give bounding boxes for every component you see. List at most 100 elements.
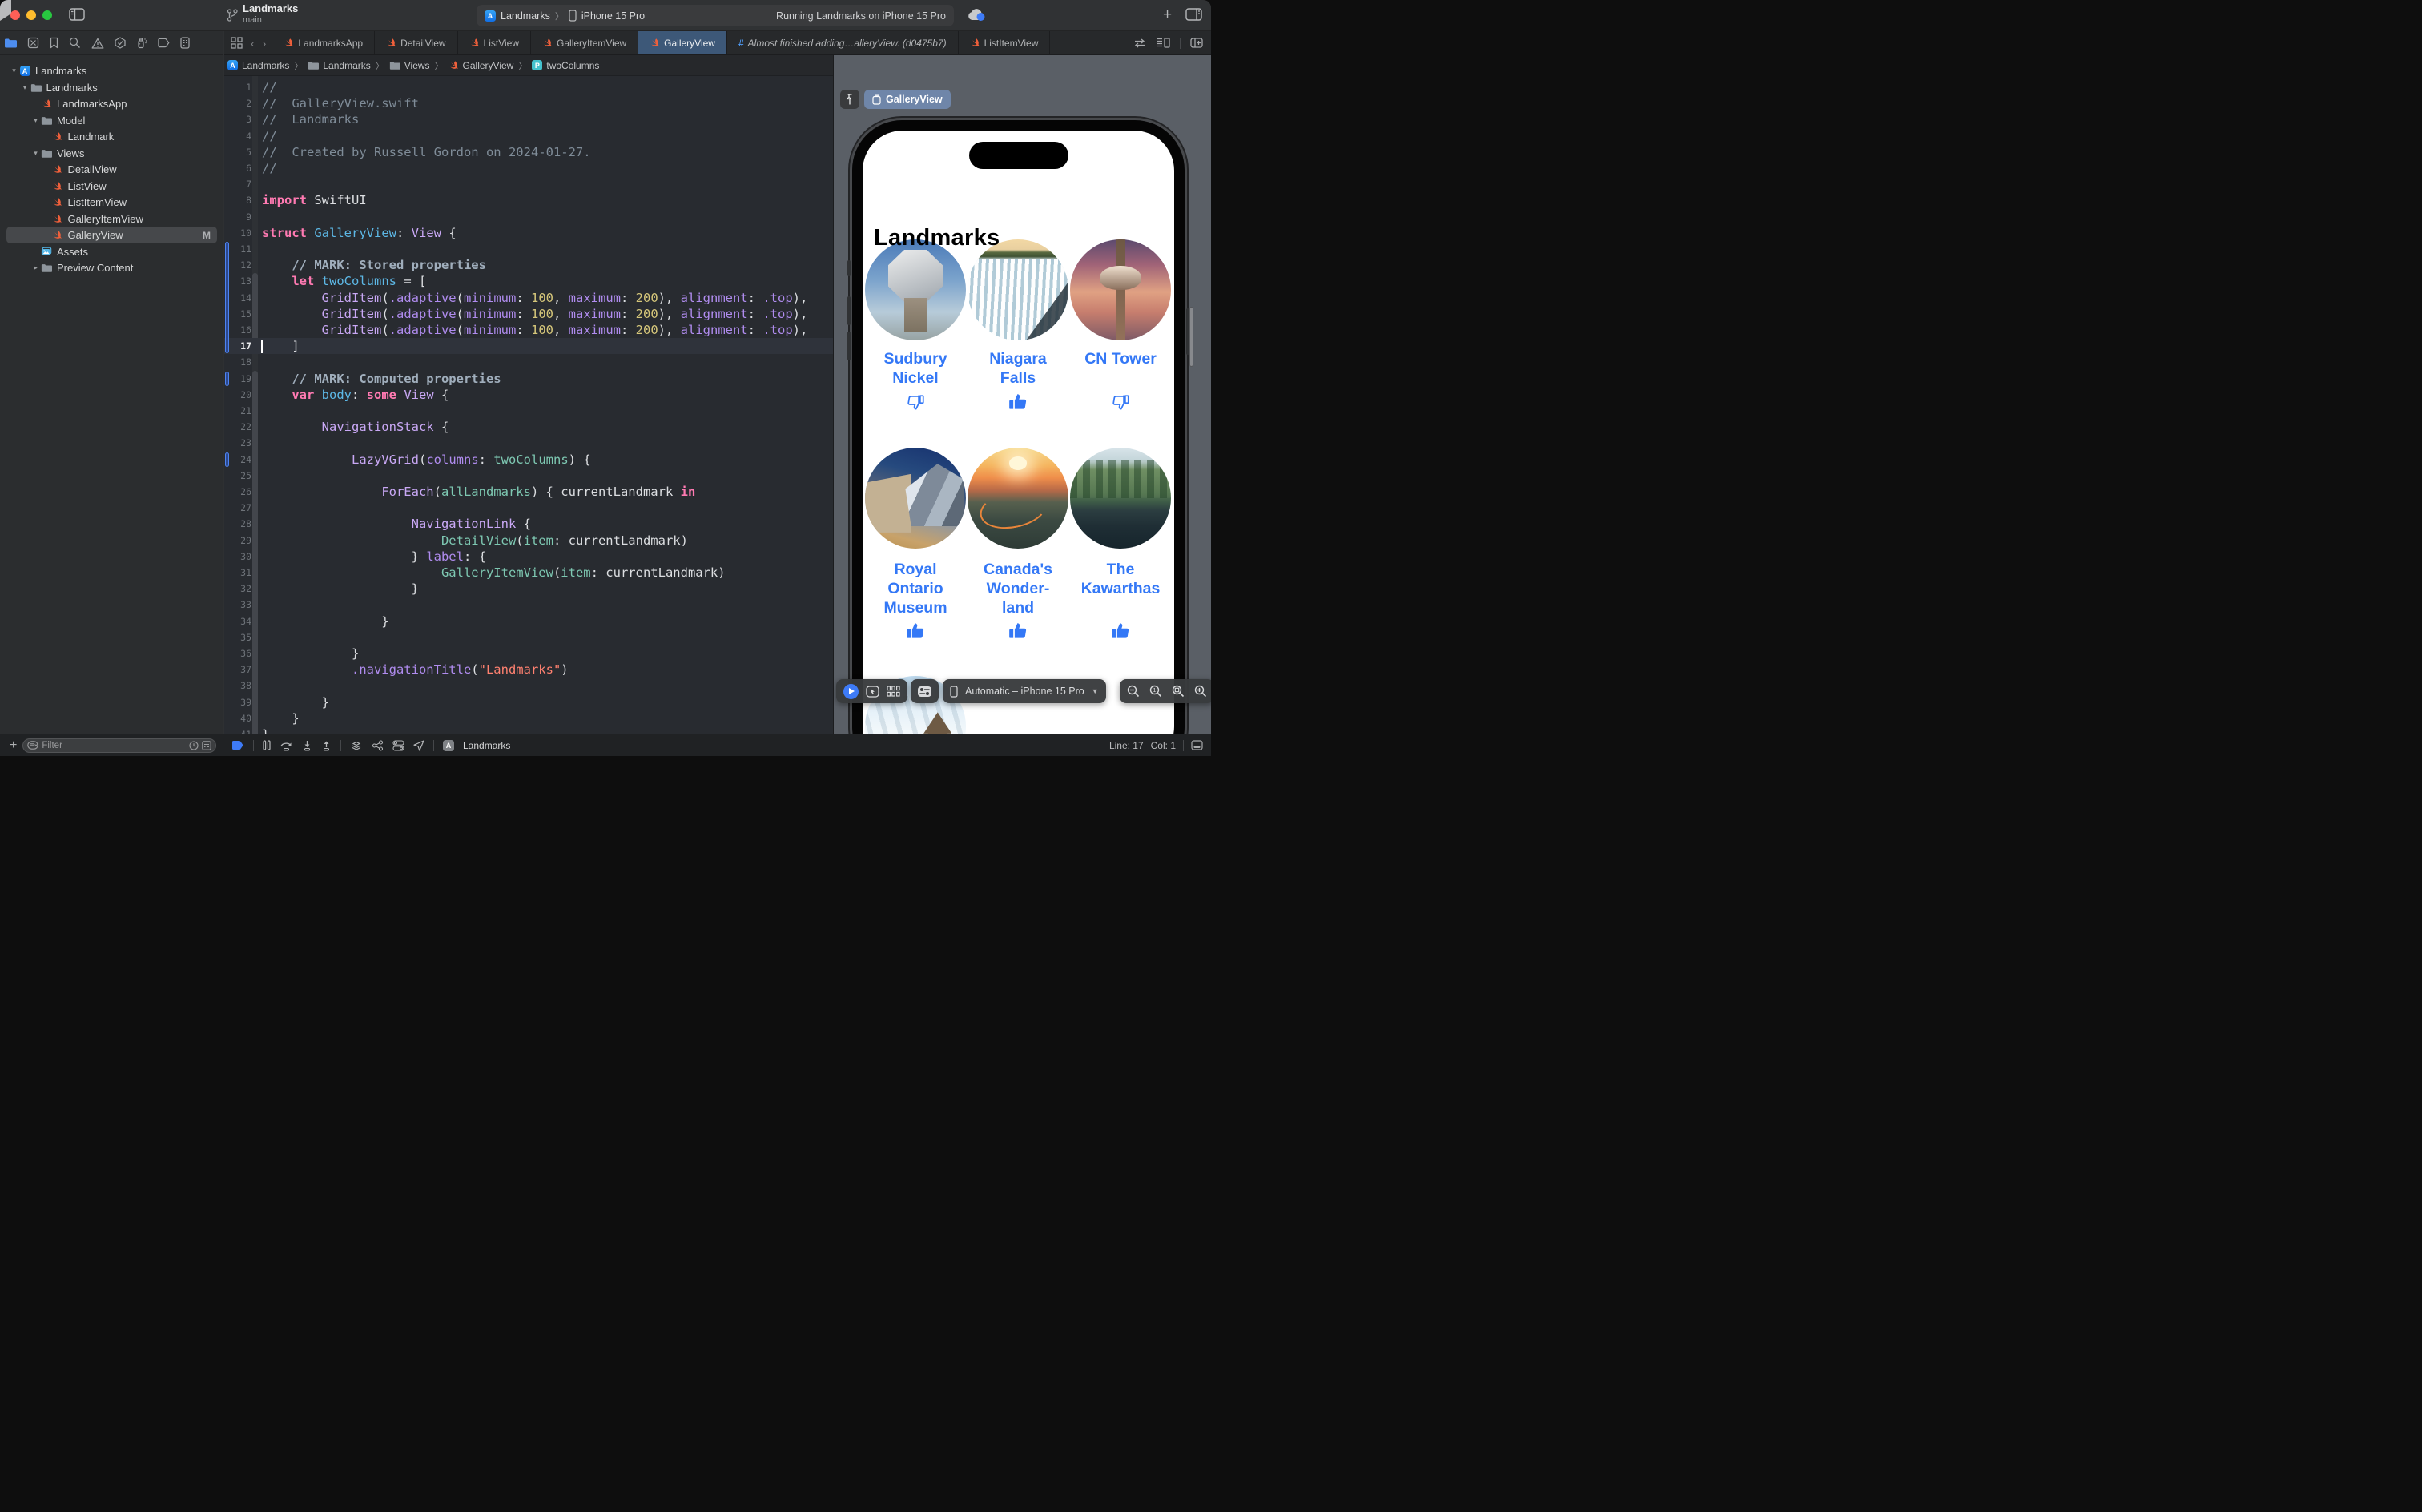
- code-line-7[interactable]: 7: [224, 176, 833, 192]
- line-number[interactable]: 28: [229, 516, 251, 532]
- code-line-16[interactable]: 16 GridItem(.adaptive(minimum: 100, maxi…: [224, 322, 833, 338]
- tab-landmarksapp[interactable]: LandmarksApp: [272, 31, 376, 54]
- line-number[interactable]: 24: [229, 452, 251, 468]
- zoom-100-icon[interactable]: 1: [1149, 685, 1162, 698]
- line-number[interactable]: 27: [229, 500, 251, 516]
- environment-overrides-icon[interactable]: [392, 739, 404, 751]
- step-into-icon[interactable]: [302, 740, 312, 751]
- disclosure-chevron-icon[interactable]: ▸: [31, 263, 40, 272]
- line-number[interactable]: 30: [229, 549, 251, 565]
- line-number[interactable]: 14: [229, 290, 251, 306]
- code-line-14[interactable]: 14 GridItem(.adaptive(minimum: 100, maxi…: [224, 290, 833, 306]
- tab-overview-icon[interactable]: [231, 37, 243, 49]
- line-number[interactable]: 21: [229, 403, 251, 419]
- line-number[interactable]: 2: [229, 95, 251, 111]
- line-number[interactable]: 25: [229, 468, 251, 484]
- tab-listview[interactable]: ListView: [458, 31, 532, 54]
- breadcrumb-item-landmarks[interactable]: A Landmarks: [227, 60, 289, 71]
- breadcrumb-item-views[interactable]: Views: [389, 60, 430, 71]
- code-line-24[interactable]: 24 LazyVGrid(columns: twoColumns) {: [224, 452, 833, 468]
- gallery-image-sudbury-nickel[interactable]: [865, 239, 966, 340]
- device-settings-button[interactable]: [917, 686, 932, 698]
- disclosure-chevron-icon[interactable]: ▾: [31, 116, 40, 125]
- line-number[interactable]: 39: [229, 694, 251, 710]
- scheme-destination[interactable]: iPhone 15 Pro: [581, 10, 645, 22]
- line-number[interactable]: 32: [229, 581, 251, 597]
- sidebar-item-landmarks[interactable]: ▾ Landmarks: [0, 79, 223, 96]
- line-number[interactable]: 33: [229, 597, 251, 613]
- scheme-selector[interactable]: A Landmarks 〉 iPhone 15 Pro Running Land…: [477, 5, 954, 26]
- breadcrumb-item-twocolumns[interactable]: PtwoColumns: [532, 60, 599, 71]
- code-line-34[interactable]: 34 }: [224, 613, 833, 629]
- gallery-image-the-kawarthas[interactable]: [1070, 448, 1171, 549]
- code-line-36[interactable]: 36 }: [224, 645, 833, 662]
- zoom-out-icon[interactable]: [1127, 685, 1140, 698]
- line-number[interactable]: 9: [229, 209, 251, 225]
- editor-focus-icon[interactable]: [1191, 740, 1203, 750]
- zoom-in-icon[interactable]: [1194, 685, 1207, 698]
- code-line-12[interactable]: 12 // MARK: Stored properties: [224, 257, 833, 273]
- line-number[interactable]: 22: [229, 419, 251, 435]
- recents-clock-icon[interactable]: [189, 740, 199, 750]
- line-number[interactable]: 26: [229, 484, 251, 500]
- code-line-17[interactable]: 17 ]: [224, 338, 833, 355]
- preview-view-pill[interactable]: GalleryView: [864, 90, 951, 109]
- gallery-image-canadas-wonderland[interactable]: [968, 448, 1068, 549]
- sidebar-item-galleryview[interactable]: GalleryView M: [0, 227, 223, 243]
- gallery-image-niagara-falls[interactable]: [968, 239, 1068, 340]
- reports-icon[interactable]: [180, 37, 190, 49]
- code-line-4[interactable]: 4 //: [224, 128, 833, 144]
- code-line-35[interactable]: 35: [224, 629, 833, 645]
- line-number[interactable]: 19: [229, 371, 251, 387]
- code-line-11[interactable]: 11: [224, 241, 833, 257]
- breadcrumb-item-landmarks[interactable]: Landmarks: [308, 60, 371, 71]
- line-number[interactable]: 36: [229, 645, 251, 662]
- code-line-41[interactable]: 41}: [224, 726, 833, 734]
- code-line-18[interactable]: 18: [224, 354, 833, 370]
- code-line-23[interactable]: 23: [224, 435, 833, 451]
- disclosure-chevron-icon[interactable]: ▾: [21, 83, 30, 92]
- line-number[interactable]: 13: [229, 273, 251, 289]
- project-navigator-icon[interactable]: [4, 38, 17, 48]
- source-control-filter-icon[interactable]: [202, 740, 211, 750]
- line-number[interactable]: 31: [229, 565, 251, 581]
- live-preview-button[interactable]: [843, 683, 859, 699]
- preview-device-pill[interactable]: Automatic – iPhone 15 Pro ▼: [943, 679, 1106, 703]
- code-line-22[interactable]: 22 NavigationStack {: [224, 419, 833, 435]
- code-line-31[interactable]: 31 GalleryItemView(item: currentLandmark…: [224, 565, 833, 581]
- code-line-9[interactable]: 9: [224, 209, 833, 225]
- zoom-window-button[interactable]: [42, 10, 52, 20]
- code-line-27[interactable]: 27: [224, 500, 833, 516]
- line-number[interactable]: 38: [229, 678, 251, 694]
- sidebar-item-landmark[interactable]: Landmark: [0, 128, 223, 145]
- sidebar-item-detailview[interactable]: DetailView: [0, 161, 223, 178]
- changes-icon[interactable]: [27, 37, 39, 49]
- sidebar-item-galleryitemview[interactable]: GalleryItemView: [0, 211, 223, 227]
- code-line-13[interactable]: 13 let twoColumns = [: [224, 273, 833, 289]
- line-number[interactable]: 34: [229, 613, 251, 629]
- sidebar-item-landmarksapp[interactable]: LandmarksApp: [0, 95, 223, 112]
- code-line-19[interactable]: 19 // MARK: Computed properties: [224, 371, 833, 387]
- code-line-32[interactable]: 32 }: [224, 581, 833, 597]
- back-icon[interactable]: ‹: [251, 37, 255, 50]
- line-number[interactable]: 29: [229, 533, 251, 549]
- line-number[interactable]: 8: [229, 192, 251, 208]
- simulate-location-icon[interactable]: [413, 739, 424, 751]
- code-line-1[interactable]: 1 //: [224, 79, 833, 95]
- line-number[interactable]: 11: [229, 241, 251, 257]
- line-number[interactable]: 15: [229, 306, 251, 322]
- filter-input[interactable]: [42, 740, 186, 750]
- sidebar-item-preview-content[interactable]: ▸ Preview Content: [0, 259, 223, 276]
- code-line-33[interactable]: 33: [224, 597, 833, 613]
- gallery-item-label[interactable]: Canada's Wonder-land: [968, 560, 1068, 617]
- editor-layout-icon[interactable]: [1156, 38, 1170, 48]
- code-line-25[interactable]: 25: [224, 468, 833, 484]
- disclosure-chevron-icon[interactable]: ▾: [10, 66, 18, 75]
- memory-graph-icon[interactable]: [372, 739, 384, 751]
- toggle-inspector-icon[interactable]: [1185, 8, 1202, 21]
- selectable-mode-button[interactable]: [866, 685, 879, 698]
- minimize-window-button[interactable]: [26, 10, 36, 20]
- line-number[interactable]: 18: [229, 354, 251, 370]
- debug-icon[interactable]: [136, 37, 147, 49]
- code-line-20[interactable]: 20 var body: some View {: [224, 387, 833, 403]
